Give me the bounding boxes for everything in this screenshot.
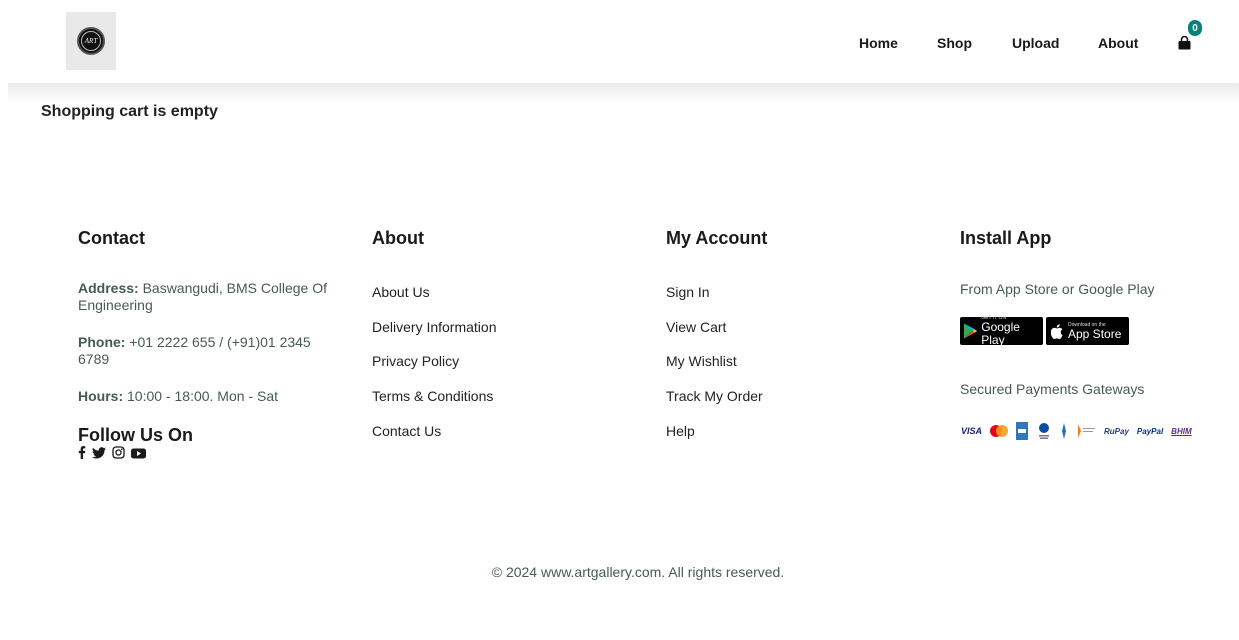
payment-netbanking (1060, 422, 1068, 440)
apple-icon (1051, 323, 1063, 339)
site-logo[interactable]: ART (66, 12, 116, 70)
sign-in-link[interactable]: Sign In (666, 284, 710, 301)
payment-bhim: BHIM (1171, 426, 1192, 436)
instagram-icon[interactable] (112, 446, 125, 464)
help-link[interactable]: Help (666, 423, 695, 440)
payment-visa: VISA (961, 426, 983, 436)
contact-heading: Contact (78, 228, 145, 248)
cart-count-badge: 0 (1188, 20, 1202, 36)
cart-button[interactable]: 0 (1176, 20, 1202, 54)
my-wishlist-link[interactable]: My Wishlist (666, 353, 737, 370)
about-heading: About (372, 228, 424, 248)
contact-phone: Phone: +01 2222 655 / (+91)01 2345 6789 (78, 334, 313, 368)
nav-about-link[interactable]: About (1098, 35, 1138, 51)
privacy-policy-link[interactable]: Privacy Policy (372, 353, 459, 370)
phone-label: Phone: (78, 334, 126, 350)
nav-upload-link[interactable]: Upload (1012, 35, 1059, 51)
app-store-big-text: App Store (1068, 326, 1122, 341)
shopping-bag-icon (1178, 36, 1191, 50)
nav-home-link[interactable]: Home (859, 35, 898, 51)
contact-address: Address: Baswangudi, BMS College Of Engi… (78, 280, 328, 314)
facebook-icon[interactable] (78, 446, 86, 464)
nav-shop-link[interactable]: Shop (937, 35, 972, 51)
twitter-icon[interactable] (92, 446, 106, 464)
header-shadow (8, 83, 1239, 105)
terms-conditions-link[interactable]: Terms & Conditions (372, 388, 493, 405)
about-us-link[interactable]: About Us (372, 284, 430, 301)
logo-emblem: ART (77, 27, 105, 55)
payment-diners-icon (1036, 422, 1052, 440)
follow-us-heading: Follow Us On (78, 425, 193, 445)
address-label: Address: (78, 280, 139, 296)
social-links (78, 446, 146, 464)
payment-amex-icon (1016, 422, 1029, 440)
youtube-icon[interactable] (131, 446, 146, 464)
google-play-button[interactable]: GET IT ON Google Play (960, 315, 1043, 347)
payment-rupay: RuPay (1104, 426, 1129, 436)
google-play-big-text: Google Play (981, 320, 1020, 347)
footer-about-column: About (372, 227, 424, 249)
copyright-text: © 2024 www.artgallery.com. All rights re… (491, 564, 785, 580)
app-store-button[interactable]: Download on the App Store (1046, 317, 1129, 345)
view-cart-link[interactable]: View Cart (666, 319, 726, 336)
payment-paypal: PayPal (1136, 426, 1164, 436)
hours-value: 10:00 - 18:00. Mon - Sat (123, 388, 278, 404)
track-order-link[interactable]: Track My Order (666, 388, 763, 405)
contact-hours: Hours: 10:00 - 18:00. Mon - Sat (78, 388, 338, 405)
google-play-icon (964, 323, 978, 339)
payment-mastercard-icon (990, 422, 1009, 440)
payment-logos: VISA RuPay PayPal BHIM (961, 422, 1200, 440)
footer-app-column: Install App (960, 227, 1051, 249)
my-account-heading: My Account (666, 228, 768, 248)
footer-account-column: My Account (666, 227, 767, 249)
app-store-subtitle: From App Store or Google Play (960, 281, 1155, 297)
payment-upi (1076, 422, 1096, 440)
site-header: ART Home Shop Upload About 0 (0, 0, 1239, 83)
payments-heading: Secured Payments Gateways (960, 381, 1145, 397)
contact-us-link[interactable]: Contact Us (372, 423, 441, 440)
delivery-information-link[interactable]: Delivery Information (372, 319, 497, 336)
hours-label: Hours: (78, 388, 124, 404)
cart-empty-message: Shopping cart is empty (41, 103, 218, 120)
footer-contact-column: Contact (78, 227, 145, 249)
logo-text: ART (81, 31, 101, 51)
install-app-heading: Install App (960, 228, 1052, 248)
